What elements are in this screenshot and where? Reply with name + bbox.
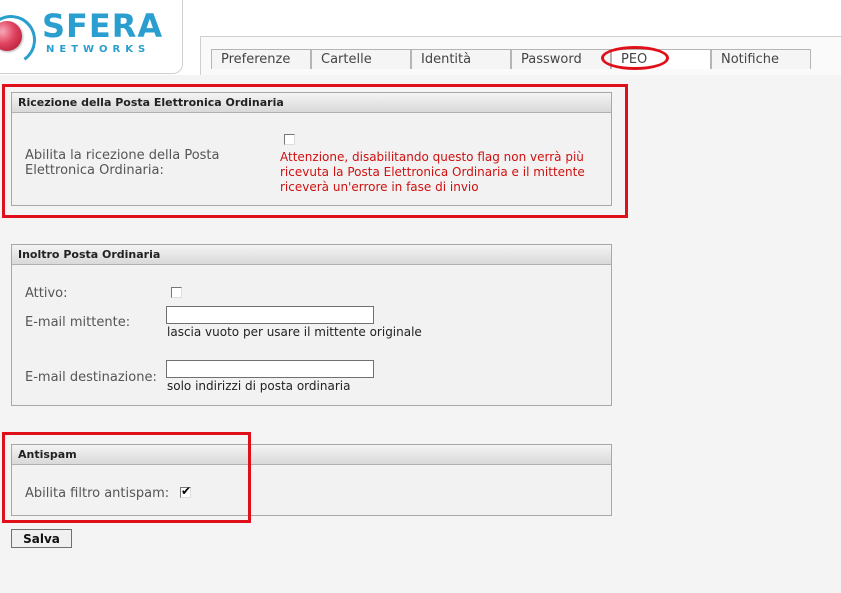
mittente-input[interactable] — [166, 306, 374, 324]
ricezione-checkbox[interactable] — [284, 134, 295, 145]
tab-notifiche[interactable]: Notifiche — [711, 49, 811, 69]
antispam-label: Abilita filtro antispam: — [25, 486, 170, 501]
warning-line2: ricevuta la Posta Elettronica Ordinaria … — [280, 165, 585, 179]
mittente-hint: lascia vuoto per usare il mittente origi… — [167, 325, 422, 339]
ricezione-label-line2: Elettronica Ordinaria: — [25, 163, 164, 178]
logo-panel: SFERA NETWORKS — [0, 0, 183, 74]
brand-logo: SFERA NETWORKS — [0, 7, 180, 69]
attivo-label: Attivo: — [25, 286, 68, 301]
antispam-checkbox[interactable]: ✔ — [180, 484, 192, 498]
warning-line3: riceverà un'errore in fase di invio — [280, 180, 479, 194]
ricezione-warning: Attenzione, disabilitando questo flag no… — [280, 150, 585, 195]
checkmark-icon: ✔ — [181, 484, 192, 498]
attivo-checkbox[interactable] — [171, 287, 182, 298]
tab-password[interactable]: Password — [511, 49, 611, 69]
ricezione-label-line1: Abilita la ricezione della Posta — [25, 148, 220, 163]
destinazione-hint: solo indirizzi di posta ordinaria — [167, 379, 351, 393]
mittente-label: E-mail mittente: — [25, 315, 131, 330]
warning-line1: Attenzione, disabilitando questo flag no… — [280, 150, 584, 164]
save-button[interactable]: Salva — [11, 529, 72, 548]
brand-name: SFERA — [42, 7, 164, 45]
ricezione-legend: Ricezione della Posta Elettronica Ordina… — [12, 93, 611, 113]
destinazione-label: E-mail destinazione: — [25, 370, 157, 385]
antispam-legend: Antispam — [12, 445, 611, 465]
ricezione-label: Abilita la ricezione della Posta Elettro… — [25, 148, 220, 178]
tab-cartelle[interactable]: Cartelle — [311, 49, 411, 69]
tab-peo[interactable]: PEO — [611, 49, 711, 69]
tab-identita[interactable]: Identità — [411, 49, 511, 69]
brand-subtitle: NETWORKS — [46, 44, 151, 55]
antispam-fieldset: Antispam — [11, 444, 612, 516]
destinazione-input[interactable] — [166, 360, 374, 378]
tab-preferenze[interactable]: Preferenze — [211, 49, 311, 69]
inoltro-legend: Inoltro Posta Ordinaria — [12, 245, 611, 265]
